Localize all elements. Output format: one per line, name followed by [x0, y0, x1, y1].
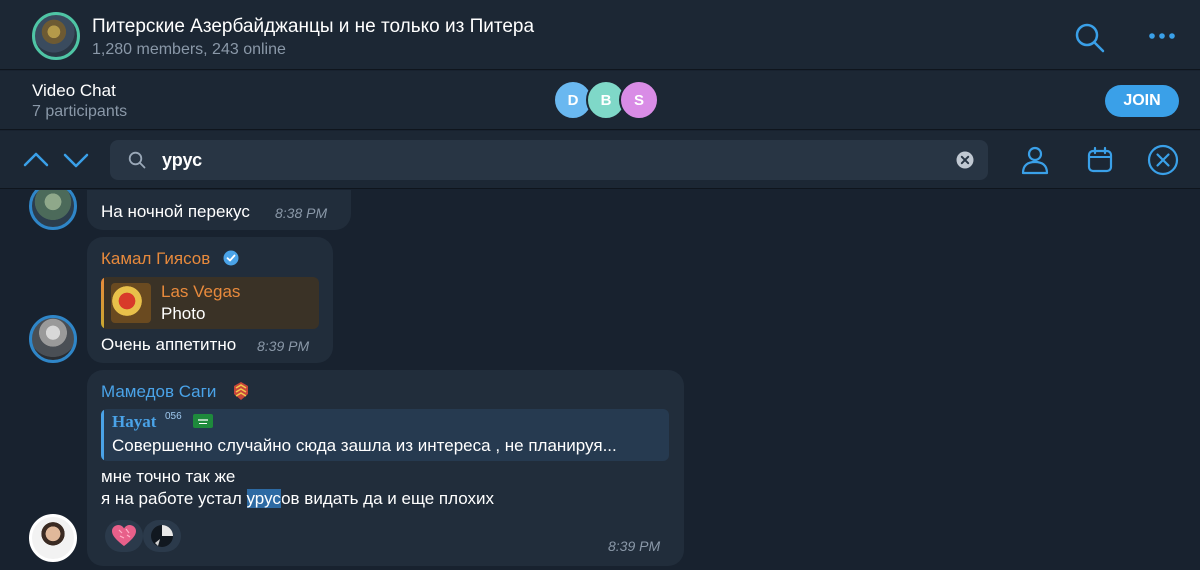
search-input[interactable] — [162, 146, 922, 174]
calendar-icon[interactable] — [1084, 144, 1116, 176]
reply-accent-bar — [101, 409, 104, 461]
custom-emoji-icon — [234, 382, 248, 400]
user-filter-icon[interactable] — [1019, 144, 1051, 176]
message-text-line: я на работе устал урусов видать да и еще… — [101, 489, 494, 509]
clear-search-icon[interactable] — [956, 151, 974, 169]
message-author[interactable]: Мамедов Саги — [101, 382, 216, 402]
reply-author-superscript: 056 — [165, 411, 182, 422]
saudi-flag-icon — [193, 414, 213, 428]
chevron-up-icon[interactable] — [22, 149, 50, 171]
reply-thumbnail — [111, 283, 151, 323]
chat-header[interactable]: Питерские Азербайджанцы и не только из П… — [0, 0, 1200, 70]
reply-author: Las Vegas — [161, 282, 241, 301]
reply-accent-bar — [101, 277, 104, 329]
heart-reaction-icon — [112, 525, 136, 546]
message-text: Очень аппетитно — [101, 335, 237, 354]
video-chat-title: Video Chat — [32, 81, 116, 100]
message-bubble[interactable]: Мамедов Саги Hayat 056 Совершенно случай… — [87, 370, 684, 566]
more-options-icon[interactable] — [1148, 26, 1176, 46]
close-search-icon[interactable] — [1147, 144, 1179, 176]
text-after-match: ов видать да и еще плохих — [281, 489, 495, 508]
participant-avatar: S — [619, 80, 659, 120]
chevron-down-icon[interactable] — [62, 149, 90, 171]
reaction-sticker[interactable] — [143, 520, 181, 552]
group-avatar[interactable] — [32, 12, 80, 60]
reply-author: Hayat — [112, 412, 157, 431]
message-bubble[interactable]: На ночной перекус 8:38 PM — [87, 190, 351, 230]
message-time: 8:39 PM — [608, 538, 661, 554]
search-icon — [128, 151, 146, 169]
message-text: На ночной перекус — [101, 202, 250, 221]
search-icon[interactable] — [1074, 22, 1106, 54]
message-list[interactable]: На ночной перекус 8:38 PM Камал Гиясов L… — [0, 190, 1200, 570]
avatar[interactable] — [29, 514, 77, 562]
video-chat-participants: 7 participants — [32, 103, 128, 120]
chat-title[interactable]: Питерские Азербайджанцы и не только из П… — [92, 16, 534, 38]
custom-sticker-reaction-icon — [151, 525, 173, 547]
search-match-highlight: урус — [246, 489, 282, 508]
reply-preview[interactable]: Las Vegas Photo — [101, 277, 319, 329]
text-before-match: я на работе устал — [101, 489, 247, 508]
message-time: 8:39 PM — [257, 338, 310, 354]
join-button[interactable]: JOIN — [1105, 85, 1179, 117]
verified-badge-icon — [223, 250, 239, 266]
message-bubble[interactable]: Камал Гиясов Las Vegas Photo Очень аппет… — [87, 237, 333, 363]
message-author[interactable]: Камал Гиясов — [101, 249, 210, 269]
avatar[interactable] — [29, 190, 77, 230]
search-field[interactable] — [110, 140, 988, 180]
avatar[interactable] — [29, 315, 77, 363]
reaction-heart[interactable] — [105, 520, 143, 552]
reply-text: Photo — [161, 304, 206, 323]
member-count: 1,280 members, 243 online — [92, 41, 286, 58]
reply-preview[interactable]: Hayat 056 Совершенно случайно сюда зашла… — [101, 409, 669, 461]
in-chat-search-bar — [0, 131, 1200, 189]
message-text-line: мне точно так же — [101, 467, 236, 486]
reply-text: Совершенно случайно сюда зашла из интере… — [112, 436, 617, 455]
video-chat-bar[interactable]: Video Chat 7 participants D B S JOIN — [0, 71, 1200, 130]
message-time: 8:38 PM — [275, 205, 328, 221]
